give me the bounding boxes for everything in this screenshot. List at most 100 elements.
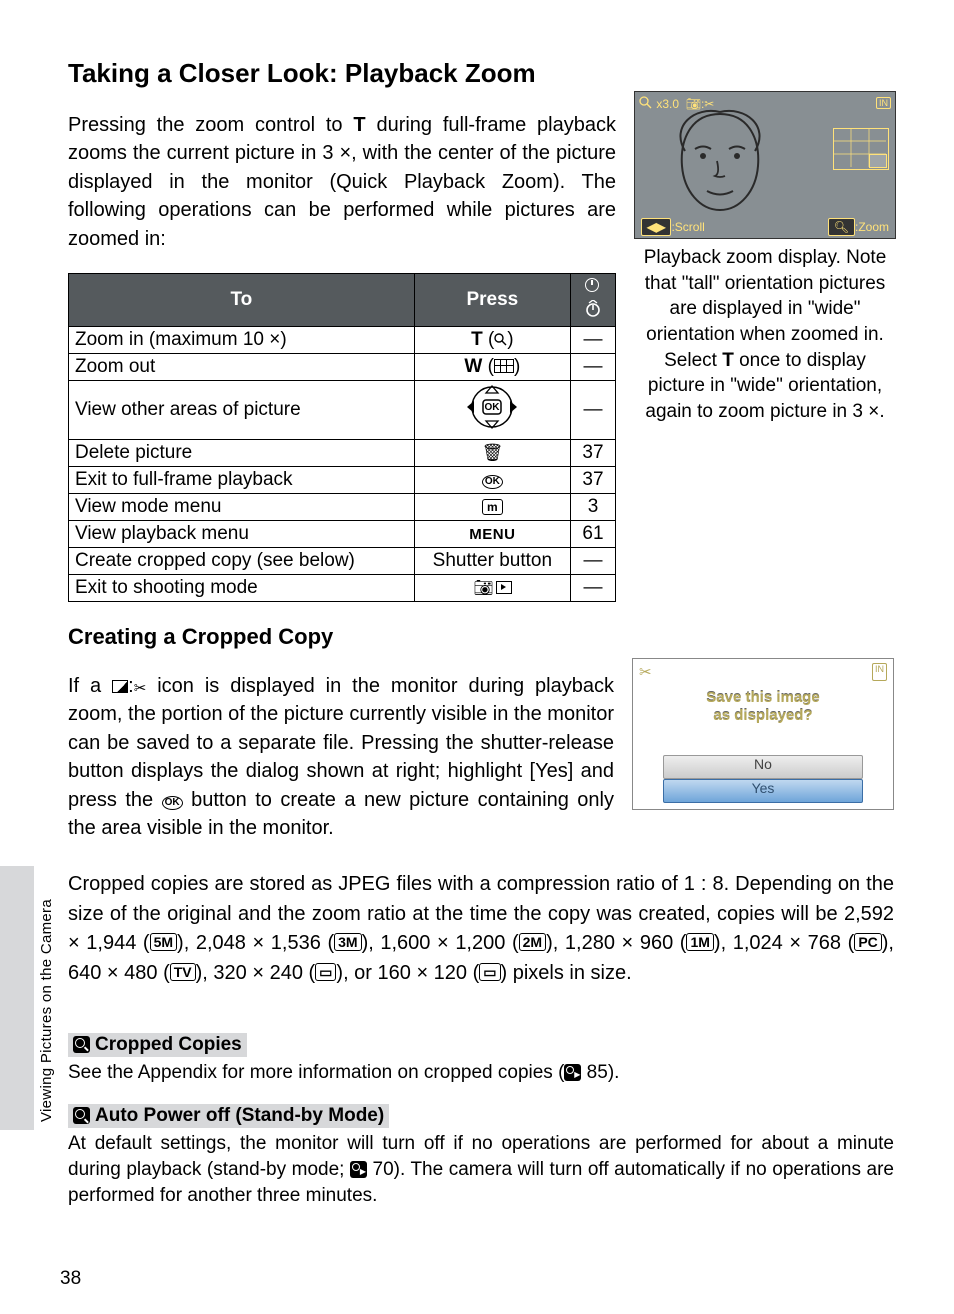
cell-press: MENU: [414, 520, 570, 547]
heading-cropped-copy: Creating a Cropped Copy: [68, 624, 894, 650]
note-body: At default settings, the monitor will tu…: [68, 1131, 894, 1208]
note-title: Auto Power off (Stand-by Mode): [95, 1105, 384, 1126]
magnifier-icon: [73, 1036, 90, 1053]
page-ref-icon: [350, 1161, 367, 1178]
cell-to: Exit to shooting mode: [69, 574, 415, 601]
cell-to: Create cropped copy (see below): [69, 547, 415, 574]
playback-icon: [496, 581, 512, 594]
table-row: View mode menu m 3: [69, 493, 616, 520]
cell-ref: 3: [571, 493, 616, 520]
note-ref: 85).: [581, 1062, 619, 1083]
cell-press: T (): [414, 326, 570, 353]
scissors-icon: ✂︎: [639, 663, 652, 681]
sizes-text: ), 2,048 × 1,536 (: [177, 932, 334, 954]
lcd-scroll-label: :Scroll: [671, 220, 704, 234]
cell-press: OK: [414, 380, 570, 439]
caption-t-glyph: T: [722, 350, 734, 371]
table-row: View playback menu MENU 61: [69, 520, 616, 547]
picture-icon: [112, 680, 128, 693]
dialog-msg-2: as displayed?: [713, 707, 812, 724]
page-ref-icon: [584, 276, 602, 294]
cell-ref: 61: [571, 520, 616, 547]
cell-press: W (): [414, 353, 570, 380]
size-5m-icon: 5M: [150, 933, 177, 951]
sizes-text: ), 1,024 × 768 (: [714, 932, 854, 954]
table-row: View other areas of picture OK —: [69, 380, 616, 439]
trash-icon: 🗑︎: [482, 443, 504, 462]
cell-to: View playback menu: [69, 520, 415, 547]
scissors-icon: ✂︎: [134, 680, 147, 697]
cell-to: Exit to full-frame playback: [69, 466, 415, 493]
sizes-text: ), or 160 × 120 (: [336, 962, 479, 984]
cell-ref: —: [571, 326, 616, 353]
th-press: Press: [414, 273, 570, 326]
ok-icon: OK: [162, 796, 183, 810]
menu-icon: MENU: [469, 526, 515, 543]
page-ref-icon: [564, 1064, 581, 1081]
mode-icon: m: [482, 499, 503, 515]
dialog-msg-1: Save this image: [706, 689, 819, 706]
note-header-cropped: Cropped Copies: [68, 1033, 247, 1057]
table-row: Delete picture 🗑︎ 37: [69, 439, 616, 466]
sizes-text: ), 1,280 × 960 (: [546, 932, 686, 954]
intro-t-glyph: T: [353, 114, 365, 136]
cell-ref: 37: [571, 439, 616, 466]
cell-to: Zoom out: [69, 353, 415, 380]
size-tv-icon: TV: [170, 963, 196, 981]
intro-paragraph: Pressing the zoom control to T during fu…: [68, 111, 616, 253]
ok-icon: OK: [482, 475, 503, 489]
lcd-caption: Playback zoom display. Note that "tall" …: [634, 245, 896, 424]
size-small2-icon: ▭: [479, 963, 500, 981]
svg-text:OK: OK: [485, 402, 501, 413]
size-small1-icon: ▭: [315, 963, 336, 981]
note-text: See the Appendix for more information on…: [68, 1062, 564, 1083]
lcd-memory-icon: IN: [876, 97, 891, 109]
cell-press: 🗑︎: [414, 439, 570, 466]
table-row: Zoom in (maximum 10 ×) T () —: [69, 326, 616, 353]
table-row: Exit to shooting mode 📷︎ —: [69, 574, 616, 601]
size-2m-icon: 2M: [519, 933, 546, 951]
magnifier-icon: [73, 1107, 90, 1124]
cropped-body: If a :✂︎ icon is displayed in the monito…: [68, 672, 614, 842]
camera-icon: 📷︎: [473, 580, 493, 597]
cell-to: View other areas of picture: [69, 380, 415, 439]
operations-table: To Press Zoom in (maximum 10 ×) T () — Z…: [68, 273, 616, 602]
lcd-playback-zoom: x3.0 📷︎:✂︎ IN ◀▶:Scroll 🔍: [634, 91, 896, 239]
cell-ref: —: [571, 353, 616, 380]
dpad-icon: OK: [461, 385, 523, 429]
th-ref: [571, 273, 616, 326]
cell-to: View mode menu: [69, 493, 415, 520]
dialog-yes-option: Yes: [663, 779, 863, 803]
cell-press: Shutter button: [414, 547, 570, 574]
size-pc-icon: PC: [854, 933, 881, 951]
sizes-text: ), 1,600 × 1,200 (: [362, 932, 519, 954]
cell-ref: —: [571, 380, 616, 439]
lcd-memory-icon: IN: [872, 663, 887, 681]
table-row: Exit to full-frame playback OK 37: [69, 466, 616, 493]
size-3m-icon: 3M: [334, 933, 361, 951]
lcd-navigator: [833, 128, 889, 170]
cell-press: OK: [414, 466, 570, 493]
sizes-text: ), 320 × 240 (: [196, 962, 316, 984]
lcd-face-drawing: [655, 106, 785, 214]
size-1m-icon: 1M: [686, 933, 713, 951]
cell-ref: —: [571, 574, 616, 601]
heading-playback-zoom: Taking a Closer Look: Playback Zoom: [68, 58, 894, 89]
cell-press: m: [414, 493, 570, 520]
cell-ref: 37: [571, 466, 616, 493]
thumbnail-icon: [494, 359, 514, 373]
sizes-paragraph: Cropped copies are stored as JPEG files …: [68, 870, 894, 988]
cell-to: Zoom in (maximum 10 ×): [69, 326, 415, 353]
cell-to: Delete picture: [69, 439, 415, 466]
note-title: Cropped Copies: [95, 1034, 242, 1055]
intro-text: Pressing the zoom control to: [68, 114, 353, 136]
cell-press: 📷︎: [414, 574, 570, 601]
lcd-save-dialog: ✂︎IN Save this imageas displayed? No Yes: [632, 658, 894, 810]
lcd-zoom-label: :Zoom: [855, 220, 889, 234]
note-body: See the Appendix for more information on…: [68, 1060, 894, 1086]
cell-ref: —: [571, 547, 616, 574]
note-header-autopower: Auto Power off (Stand-by Mode): [68, 1104, 389, 1128]
th-to: To: [69, 273, 415, 326]
sizes-text: ) pixels in size.: [501, 962, 632, 984]
table-row: Zoom out W () —: [69, 353, 616, 380]
